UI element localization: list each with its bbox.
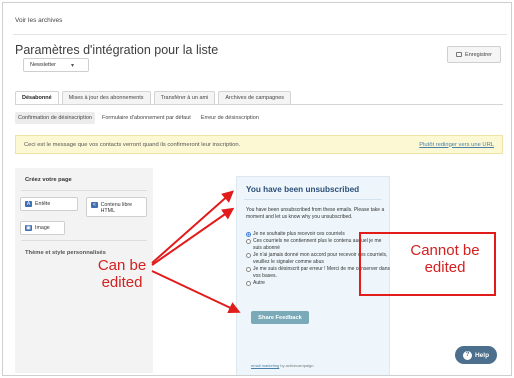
annotation-arrows [151,190,241,314]
help-button-label: Help [474,351,490,359]
arrow-to-title [151,190,234,264]
cannot-be-edited-label: Cannot be edited [410,242,480,276]
help-icon: ? [462,350,472,360]
arrow-to-share-button [151,270,241,314]
arrow-to-description [151,207,235,266]
can-be-edited-label: Can be edited [97,257,147,291]
help-button[interactable]: ? Help [455,346,497,364]
